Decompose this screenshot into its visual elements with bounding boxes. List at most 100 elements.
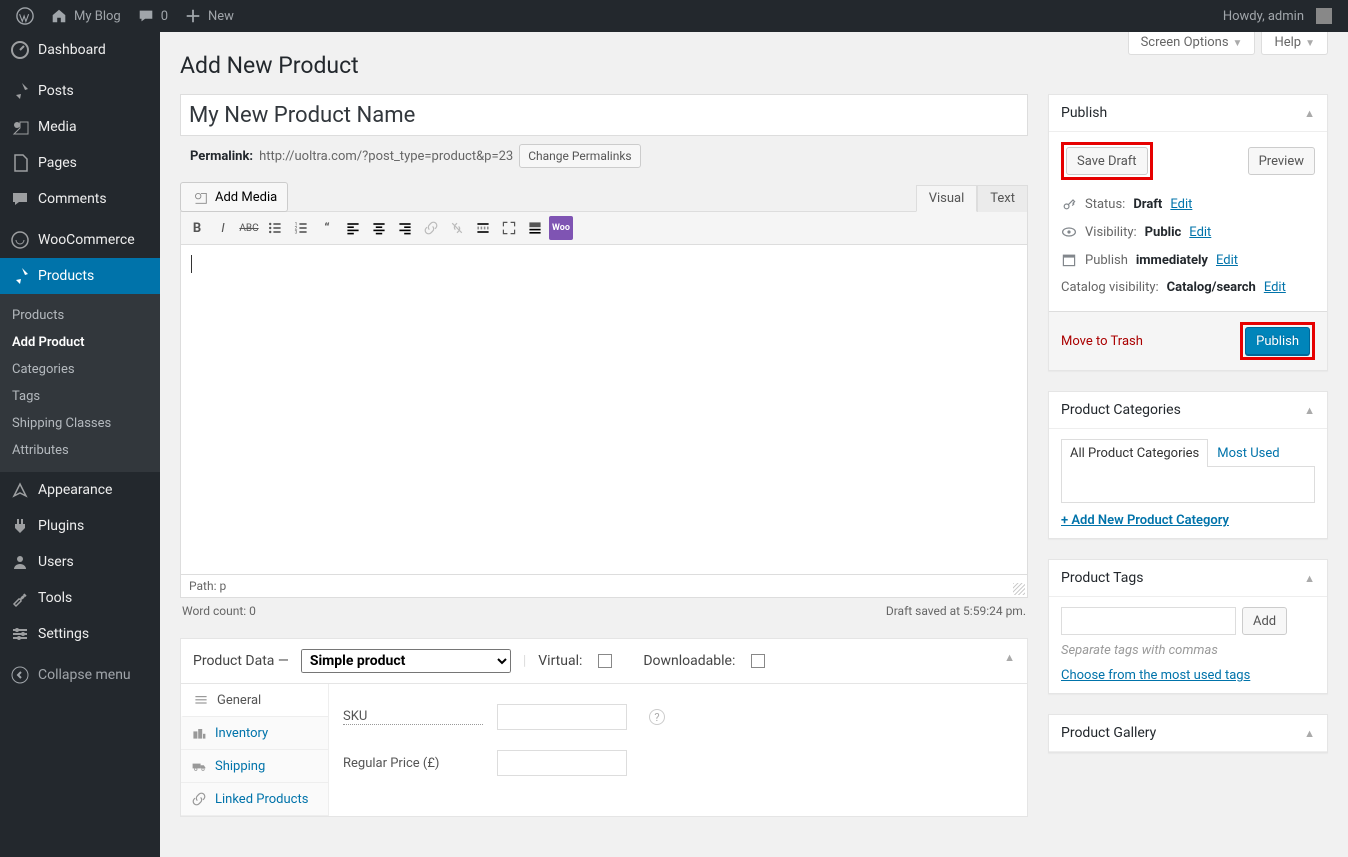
submenu-item-tags[interactable]: Tags (0, 383, 160, 410)
adminbar-comments[interactable]: 0 (129, 0, 176, 32)
product-title-input[interactable] (180, 94, 1028, 136)
change-permalinks-button[interactable]: Change Permalinks (519, 144, 640, 168)
pd-tab-general[interactable]: General (181, 684, 328, 717)
adminbar-account[interactable]: Howdy, admin (1215, 0, 1340, 32)
italic-button[interactable]: I (211, 216, 235, 240)
sidebar-label: Users (38, 554, 74, 570)
comment-icon (137, 7, 155, 25)
align-left-button[interactable] (341, 216, 365, 240)
adminbar-new[interactable]: New (176, 0, 242, 32)
move-to-trash-link[interactable]: Move to Trash (1061, 334, 1143, 349)
sidebar-label: Plugins (38, 518, 84, 534)
editor-tab-visual[interactable]: Visual (916, 185, 978, 212)
woo-shortcode-button[interactable]: Woo (549, 216, 573, 240)
calendar-icon (1061, 252, 1077, 268)
plugins-icon (10, 516, 30, 536)
chevron-down-icon: ▼ (1305, 38, 1315, 49)
cat-tab-most-used[interactable]: Most Used (1208, 439, 1288, 467)
sidebar-item-tools[interactable]: Tools (0, 580, 160, 616)
sidebar-item-products[interactable]: Products (0, 258, 160, 294)
sidebar-item-pages[interactable]: Pages (0, 145, 160, 181)
adminbar-wp-logo[interactable] (8, 0, 42, 32)
sidebar-item-woocommerce[interactable]: WooCommerce (0, 222, 160, 258)
add-new-category-link[interactable]: + Add New Product Category (1061, 513, 1229, 528)
sidebar-item-dashboard[interactable]: Dashboard (0, 32, 160, 68)
sidebar-collapse-label: Collapse menu (38, 667, 131, 683)
screen-options-tab[interactable]: Screen Options▼ (1128, 32, 1256, 55)
product-type-select[interactable]: Simple product (301, 649, 511, 673)
add-tag-button[interactable]: Add (1242, 607, 1287, 635)
submenu-item-attributes[interactable]: Attributes (0, 437, 160, 464)
add-media-button[interactable]: Add Media (180, 182, 288, 212)
collapse-icon (10, 665, 30, 685)
submenu-item-categories[interactable]: Categories (0, 356, 160, 383)
sidebar-item-posts[interactable]: Posts (0, 73, 160, 109)
cat-tab-all[interactable]: All Product Categories (1061, 439, 1208, 467)
product-data-header: Product Data — Simple product | Virtual:… (180, 638, 1028, 684)
ol-button[interactable]: 123 (289, 216, 313, 240)
virtual-checkbox[interactable] (598, 654, 612, 668)
publish-date-edit-link[interactable]: Edit (1216, 253, 1238, 268)
sidebar-label: Settings (38, 626, 89, 642)
sidebar-item-plugins[interactable]: Plugins (0, 508, 160, 544)
more-button[interactable] (471, 216, 495, 240)
submenu-item-add-product[interactable]: Add Product (0, 329, 160, 356)
submenu-item-shipping-classes[interactable]: Shipping Classes (0, 410, 160, 437)
quote-button[interactable]: “ (315, 216, 339, 240)
postbox-toggle[interactable]: ▲ (1304, 572, 1315, 585)
sidebar-item-appearance[interactable]: Appearance (0, 472, 160, 508)
appearance-icon (10, 480, 30, 500)
product-gallery-title: Product Gallery (1061, 725, 1156, 741)
sku-input[interactable] (497, 704, 627, 730)
publish-button[interactable]: Publish (1245, 327, 1310, 355)
toolbar-toggle-button[interactable] (523, 216, 547, 240)
regular-price-label: Regular Price (£) (343, 756, 483, 771)
sidebar-item-comments[interactable]: Comments (0, 181, 160, 217)
editor-tab-text[interactable]: Text (977, 185, 1028, 212)
adminbar-site-name[interactable]: My Blog (42, 0, 129, 32)
product-gallery-box: Product Gallery ▲ (1048, 714, 1328, 753)
publish-highlight: Publish (1240, 322, 1315, 360)
tags-input[interactable] (1061, 607, 1236, 635)
bold-button[interactable]: B (185, 216, 209, 240)
catalog-visibility-edit-link[interactable]: Edit (1264, 280, 1286, 295)
help-tab[interactable]: Help▼ (1261, 32, 1328, 55)
sidebar-collapse[interactable]: Collapse menu (0, 657, 160, 693)
cat-checklist[interactable] (1061, 467, 1315, 503)
downloadable-checkbox[interactable] (751, 654, 765, 668)
sidebar-item-users[interactable]: Users (0, 544, 160, 580)
strike-button[interactable]: ABC (237, 216, 261, 240)
regular-price-input[interactable] (497, 750, 627, 776)
tags-hint: Separate tags with commas (1061, 643, 1315, 658)
choose-tags-link[interactable]: Choose from the most used tags (1061, 668, 1250, 683)
downloadable-label: Downloadable: (643, 653, 735, 669)
sidebar-item-media[interactable]: Media (0, 109, 160, 145)
sidebar-item-settings[interactable]: Settings (0, 616, 160, 652)
submenu-item-products[interactable]: Products (0, 302, 160, 329)
postbox-toggle[interactable]: ▲ (1304, 727, 1315, 740)
unlink-button[interactable] (445, 216, 469, 240)
preview-button[interactable]: Preview (1248, 147, 1315, 175)
editor-content[interactable] (180, 245, 1028, 575)
ul-button[interactable] (263, 216, 287, 240)
postbox-toggle[interactable]: ▲ (1304, 107, 1315, 120)
visibility-icon (1061, 224, 1077, 240)
fullscreen-button[interactable] (497, 216, 521, 240)
pin-icon (10, 81, 30, 101)
add-media-label: Add Media (215, 190, 277, 205)
status-edit-link[interactable]: Edit (1170, 197, 1192, 212)
sidebar-label: WooCommerce (38, 232, 135, 248)
align-right-button[interactable] (393, 216, 417, 240)
link-button[interactable] (419, 216, 443, 240)
visibility-edit-link[interactable]: Edit (1189, 225, 1211, 240)
postbox-toggle[interactable]: ▲ (1304, 404, 1315, 417)
align-center-button[interactable] (367, 216, 391, 240)
resize-handle[interactable] (1013, 583, 1025, 595)
link-icon (191, 791, 207, 807)
help-icon[interactable]: ? (649, 709, 665, 725)
pd-tab-shipping[interactable]: Shipping (181, 750, 328, 783)
save-draft-button[interactable]: Save Draft (1066, 147, 1148, 175)
postbox-toggle[interactable]: ▲ (1004, 651, 1015, 664)
pd-tab-linked[interactable]: Linked Products (181, 783, 328, 816)
pd-tab-inventory[interactable]: Inventory (181, 717, 328, 750)
